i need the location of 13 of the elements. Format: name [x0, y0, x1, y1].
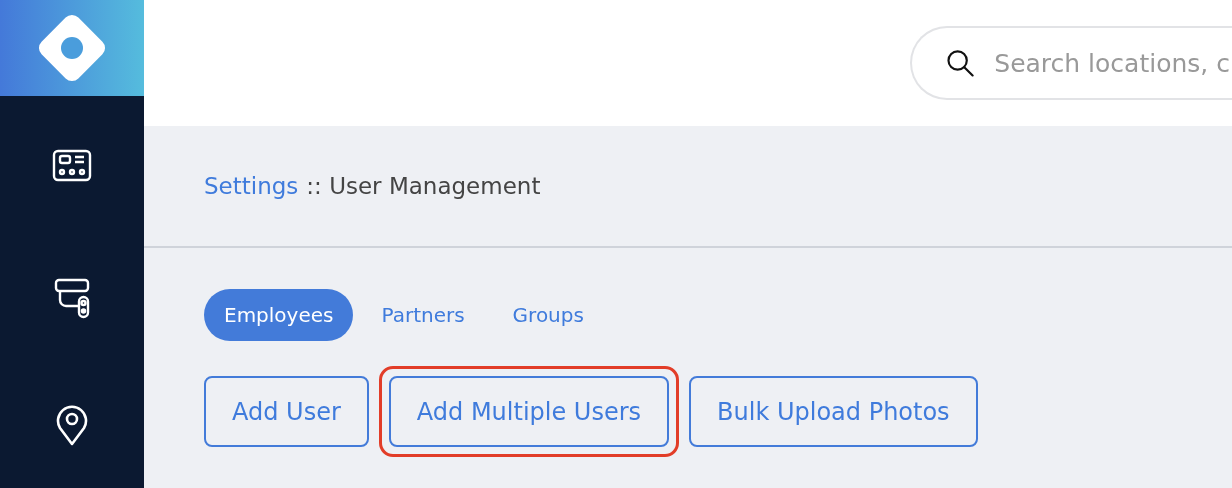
tab[interactable]: Employees [204, 289, 354, 341]
page-title: :: User Management [306, 173, 541, 199]
tab[interactable]: Partners [361, 289, 485, 341]
camera-icon[interactable] [53, 278, 91, 320]
search-input[interactable]: Search locations, c [994, 48, 1232, 78]
action-button[interactable]: Add Multiple Users [388, 376, 670, 447]
breadcrumb-link[interactable]: Settings [204, 173, 299, 199]
location-pin-icon[interactable] [56, 404, 88, 446]
action-button[interactable]: Bulk Upload Photos [689, 376, 978, 447]
tab[interactable]: Groups [492, 289, 604, 341]
search-field[interactable]: Search locations, c [910, 26, 1232, 100]
action-button[interactable]: Add User [204, 376, 369, 447]
control-panel-icon[interactable] [52, 149, 92, 183]
